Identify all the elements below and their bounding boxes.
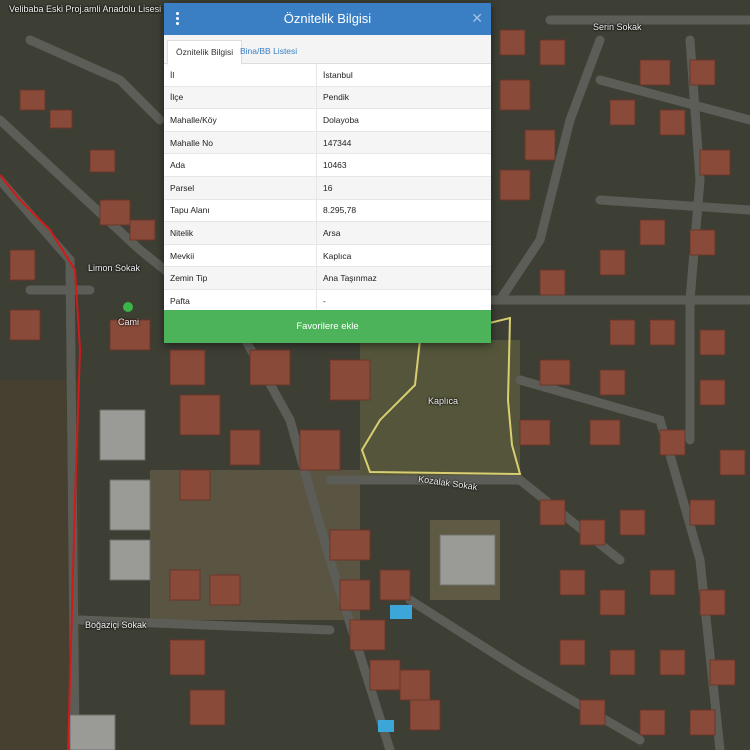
row-value: Arsa — [316, 221, 491, 245]
row-key: Mahalle/Köy — [164, 108, 317, 132]
table-row: İlçe Pendik — [164, 86, 491, 110]
panel-tabs: Öznitelik Bilgisi Bina/BB Listesi — [164, 35, 491, 65]
add-to-favorites-button[interactable]: Favorilere ekle — [164, 310, 491, 343]
mosque-marker-icon[interactable] — [123, 302, 133, 312]
row-value: 147344 — [316, 131, 491, 155]
map-label-limon: Limon Sokak — [88, 263, 141, 273]
map-label-kaplica: Kaplıca — [428, 396, 459, 406]
row-value: 16 — [316, 176, 491, 200]
row-key: Mahalle No — [164, 131, 317, 155]
row-key: İlçe — [164, 86, 317, 110]
map-label-cami: Cami — [118, 317, 140, 327]
table-row: Nitelik Arsa — [164, 221, 491, 245]
table-row: Tapu Alanı 8.295,78 — [164, 199, 491, 223]
row-key: Parsel — [164, 176, 317, 200]
attribute-table: İl İstanbul İlçe Pendik Mahalle/Köy Dolayob… — [164, 64, 491, 313]
row-value: 8.295,78 — [316, 199, 491, 223]
row-key: Zemin Tip — [164, 266, 317, 290]
table-row: Mahalle No 147344 — [164, 131, 491, 155]
row-value: 10463 — [316, 153, 491, 177]
tab-building-list[interactable]: Bina/BB Listesi — [232, 40, 305, 63]
panel-header: Öznitelik Bilgisi ✕ — [164, 3, 491, 35]
map-label-school: Velibaba Eski Proj.amli Anadolu Lisesi — [9, 4, 162, 14]
row-value: - — [316, 289, 491, 313]
row-key: Ada — [164, 153, 317, 177]
row-value: İstanbul — [316, 64, 491, 87]
table-row: Ada 10463 — [164, 153, 491, 177]
close-icon[interactable]: ✕ — [471, 10, 483, 27]
table-row: Zemin Tip Ana Taşınmaz — [164, 266, 491, 290]
row-key: Pafta — [164, 289, 317, 313]
row-key: Mevkii — [164, 244, 317, 268]
table-row: Mahalle/Köy Dolayoba — [164, 108, 491, 132]
table-row: İl İstanbul — [164, 64, 491, 87]
map-label-serin: Serin Sokak — [593, 22, 642, 32]
row-key: Tapu Alanı — [164, 199, 317, 223]
map-label-bogazici: Boğaziçi Sokak — [85, 620, 147, 630]
row-value: Pendik — [316, 86, 491, 110]
table-row: Pafta - — [164, 289, 491, 313]
panel-title: Öznitelik Bilgisi — [283, 11, 372, 26]
tab-attributes[interactable]: Öznitelik Bilgisi — [167, 40, 243, 65]
row-value: Dolayoba — [316, 108, 491, 132]
table-row: Mevkii Kaplıca — [164, 244, 491, 268]
row-key: İl — [164, 64, 317, 87]
row-value: Kaplıca — [316, 244, 491, 268]
table-row: Parsel 16 — [164, 176, 491, 200]
row-key: Nitelik — [164, 221, 317, 245]
row-value: Ana Taşınmaz — [316, 266, 491, 290]
attribute-panel: Öznitelik Bilgisi ✕ Öznitelik Bilgisi Bi… — [164, 3, 491, 343]
